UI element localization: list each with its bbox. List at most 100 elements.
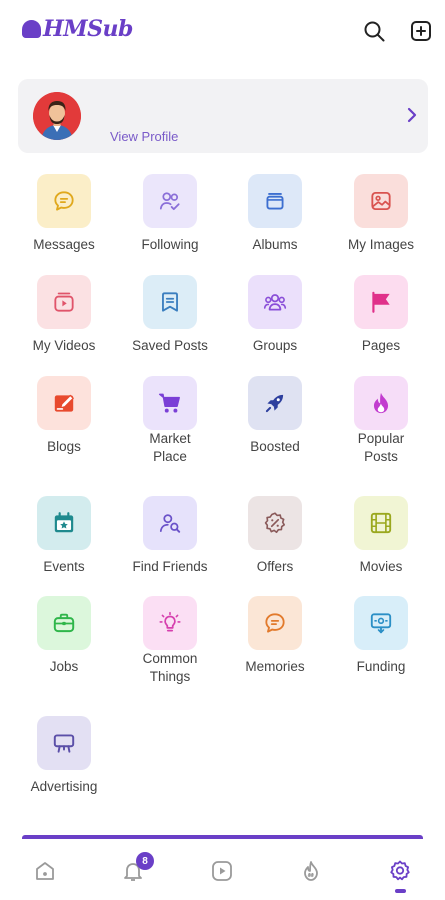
menu-icon-tile <box>37 496 91 550</box>
menu-icon-tile <box>354 596 408 650</box>
menu-item-following[interactable]: Following <box>117 166 223 276</box>
active-tab-indicator <box>395 889 406 893</box>
menu-icon-tile <box>143 496 197 550</box>
cart-icon <box>158 393 180 413</box>
menu-item-label: Find Friends <box>132 559 208 574</box>
menu-item-events[interactable]: Events <box>11 488 117 598</box>
nav-notifications[interactable]: 8 <box>118 852 154 886</box>
add-square-icon <box>411 21 431 41</box>
menu-icon-tile <box>354 496 408 550</box>
menu-icon-tile <box>248 596 302 650</box>
menu-item-popular-posts[interactable]: Popular Posts <box>328 368 434 478</box>
chat-bubble-icon <box>54 191 74 211</box>
menu-item-messages[interactable]: Messages <box>11 166 117 276</box>
menu-item-jobs[interactable]: Jobs <box>11 588 117 698</box>
menu-item-label: Advertising <box>30 779 98 794</box>
menu-icon-tile <box>248 275 302 329</box>
flag-icon <box>372 291 390 313</box>
bookmark-icon <box>162 292 178 312</box>
menu-item-label: Jobs <box>49 659 79 674</box>
image-icon <box>371 191 391 211</box>
nav-home[interactable] <box>30 856 60 886</box>
menu-item-label: Events <box>43 559 85 574</box>
menu-item-boosted[interactable]: Boosted <box>222 368 328 478</box>
profile-card[interactable]: View Profile <box>18 79 428 153</box>
funding-icon <box>370 613 392 634</box>
menu-item-label: My Videos <box>32 338 96 353</box>
chevron-right-icon[interactable] <box>402 105 422 125</box>
menu-item-pages[interactable]: Pages <box>328 267 434 377</box>
menu-item-label: Movies <box>359 559 403 574</box>
menu-item-memories[interactable]: Memories <box>222 588 328 698</box>
menu-item-label: Popular Posts <box>357 431 405 464</box>
view-profile-link[interactable]: View Profile <box>110 129 178 144</box>
menu-item-movies[interactable]: Movies <box>328 488 434 598</box>
menu-item-groups[interactable]: Groups <box>222 267 328 377</box>
group-icon <box>263 294 287 311</box>
menu-item-find-friends[interactable]: Find Friends <box>117 488 223 598</box>
search-button[interactable] <box>361 18 387 44</box>
menu-icon-tile <box>37 376 91 430</box>
menu-item-label: Common Things <box>142 651 198 684</box>
menu-item-label: Market Place <box>149 431 191 464</box>
menu-item-market-place[interactable]: Market Place <box>117 368 223 478</box>
nav-trending[interactable] <box>296 856 326 886</box>
menu-item-label: Albums <box>252 237 298 252</box>
menu-item-label: Offers <box>256 559 294 574</box>
rocket-icon <box>265 394 284 413</box>
nav-settings[interactable] <box>385 856 415 886</box>
calendar-icon <box>54 512 74 533</box>
menu-icon-tile <box>248 496 302 550</box>
brand-name: HMSub <box>43 16 133 42</box>
menu-item-label: Saved Posts <box>132 338 208 353</box>
edit-icon <box>54 394 74 412</box>
menu-item-offers[interactable]: Offers <box>222 488 328 598</box>
menu-icon-tile <box>143 596 197 650</box>
bottom-nav: 8 <box>0 842 445 900</box>
menu-item-label: Messages <box>33 237 95 252</box>
home-icon <box>36 862 54 880</box>
film-icon <box>370 512 392 534</box>
user-search-icon <box>159 514 181 533</box>
menu-item-my-images[interactable]: My Images <box>328 166 434 276</box>
menu-item-label: My Images <box>347 237 415 252</box>
menu-item-label: Groups <box>252 338 298 353</box>
app-logo[interactable]: HMSub <box>22 16 133 42</box>
menu-item-label: Boosted <box>250 439 300 454</box>
memory-chat-icon <box>265 613 285 633</box>
billboard-icon <box>53 734 75 753</box>
play-icon <box>212 861 232 881</box>
menu-item-label: Pages <box>361 338 401 353</box>
briefcase-icon <box>53 613 75 633</box>
menu-icon-tile <box>354 376 408 430</box>
menu-icon-tile <box>37 716 91 770</box>
hashtag-fire-icon <box>304 861 318 881</box>
bottom-accent-bar <box>22 835 423 839</box>
menu-icon-tile <box>37 174 91 228</box>
menu-icon-tile <box>37 275 91 329</box>
menu-item-my-videos[interactable]: My Videos <box>11 267 117 377</box>
menu-item-advertising[interactable]: Advertising <box>11 708 117 818</box>
discount-icon <box>264 512 286 534</box>
menu-item-common-things[interactable]: Common Things <box>117 588 223 698</box>
lightbulb-icon <box>159 611 181 632</box>
nav-videos[interactable] <box>207 856 237 886</box>
menu-item-blogs[interactable]: Blogs <box>11 368 117 478</box>
avatar <box>33 92 81 140</box>
logo-mark-icon <box>22 20 41 38</box>
menu-icon-tile <box>354 174 408 228</box>
create-post-button[interactable] <box>408 18 434 44</box>
menu-item-label: Following <box>141 237 199 252</box>
album-icon <box>266 193 284 210</box>
menu-item-saved-posts[interactable]: Saved Posts <box>117 267 223 377</box>
users-check-icon <box>159 192 180 211</box>
settings-icon <box>390 860 410 881</box>
menu-icon-tile <box>143 376 197 430</box>
search-icon <box>364 21 385 42</box>
menu-item-funding[interactable]: Funding <box>328 588 434 698</box>
menu-icon-tile <box>143 174 197 228</box>
video-icon <box>54 292 74 312</box>
menu-icon-tile <box>248 174 302 228</box>
menu-item-albums[interactable]: Albums <box>222 166 328 276</box>
menu-icon-tile <box>143 275 197 329</box>
